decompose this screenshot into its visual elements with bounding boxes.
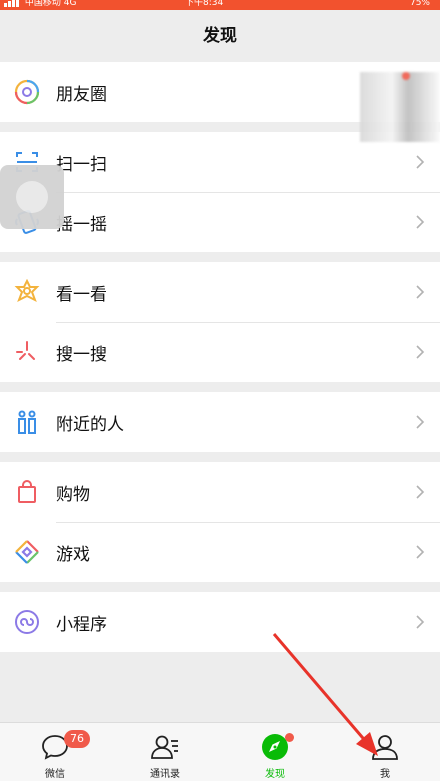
tab-label: 我 — [380, 769, 390, 780]
list-item-people-nearby[interactable]: 附近的人 — [0, 392, 440, 452]
contacts-icon — [151, 735, 178, 759]
shopping-bag-icon — [13, 478, 41, 506]
nav-bar: 发现 — [0, 10, 440, 62]
chevron-right-icon — [416, 485, 425, 499]
list-item-label: 搜一搜 — [56, 344, 107, 365]
new-post-dot — [402, 72, 410, 80]
search-icon — [13, 338, 41, 366]
status-right: 75% — [410, 0, 430, 8]
chevron-right-icon — [416, 545, 425, 559]
list-item-mini-programs[interactable]: 小程序 — [0, 592, 440, 652]
chevron-right-icon — [416, 215, 425, 229]
network-type: 4G — [63, 0, 77, 8]
list-item-label: 购物 — [56, 484, 90, 505]
tab-label: 通讯录 — [150, 769, 180, 780]
assistive-ball-center — [16, 181, 48, 213]
list-item-label: 小程序 — [56, 614, 107, 635]
tab-me[interactable]: 我 — [330, 723, 440, 781]
list-item-games[interactable]: 游戏 — [0, 522, 440, 582]
tab-bar: 76 微信 通讯录 发现 我 — [0, 722, 440, 781]
people-nearby-icon — [13, 408, 41, 436]
moments-icon — [13, 78, 41, 106]
group-shop-games: 购物 游戏 — [0, 462, 440, 582]
group-scan-shake: 扫一扫 摇一摇 — [0, 132, 440, 252]
list-item-label: 附近的人 — [56, 414, 124, 435]
moments-thumbnail[interactable] — [360, 72, 440, 142]
tab-label: 微信 — [45, 769, 65, 780]
group-stories-search: 看一看 搜一搜 — [0, 262, 440, 382]
chevron-right-icon — [416, 285, 425, 299]
chevron-right-icon — [416, 345, 425, 359]
list-item-search[interactable]: 搜一搜 — [0, 322, 440, 382]
new-content-dot — [285, 733, 294, 742]
list-item-label: 游戏 — [56, 544, 90, 565]
status-bar: 中国移动 4G 下午8:34 75% — [0, 0, 440, 10]
tab-discover[interactable]: 发现 — [220, 723, 330, 781]
chevron-right-icon — [416, 155, 425, 169]
group-nearby: 附近的人 — [0, 392, 440, 452]
discover-list: 朋友圈 扫一扫 摇一摇 看一看 搜一搜 附近的人 购物 游戏 小程序 — [0, 62, 440, 662]
list-item-top-stories[interactable]: 看一看 — [0, 262, 440, 322]
tab-contacts[interactable]: 通讯录 — [110, 723, 220, 781]
list-item-label: 看一看 — [56, 284, 107, 305]
status-time: 下午8:34 — [185, 0, 224, 8]
list-item-shopping[interactable]: 购物 — [0, 462, 440, 522]
battery-level: 75% — [409, 0, 430, 8]
signal-icon — [4, 0, 19, 7]
chevron-right-icon — [416, 615, 425, 629]
games-icon — [13, 538, 41, 566]
status-left: 中国移动 4G — [4, 0, 76, 8]
tab-label: 发现 — [265, 769, 285, 780]
chevron-right-icon — [416, 415, 425, 429]
tab-chats[interactable]: 76 微信 — [0, 723, 110, 781]
page-title: 发现 — [203, 26, 237, 46]
mini-programs-icon — [13, 608, 41, 636]
group-mini-programs: 小程序 — [0, 592, 440, 652]
list-item-shake[interactable]: 摇一摇 — [0, 192, 440, 252]
floating-assistive-ball[interactable] — [0, 165, 64, 229]
top-stories-icon — [13, 278, 41, 306]
me-person-icon — [372, 735, 398, 760]
list-item-label: 朋友圈 — [56, 84, 107, 105]
unread-badge: 76 — [64, 730, 90, 748]
carrier-name: 中国移动 — [24, 0, 61, 8]
